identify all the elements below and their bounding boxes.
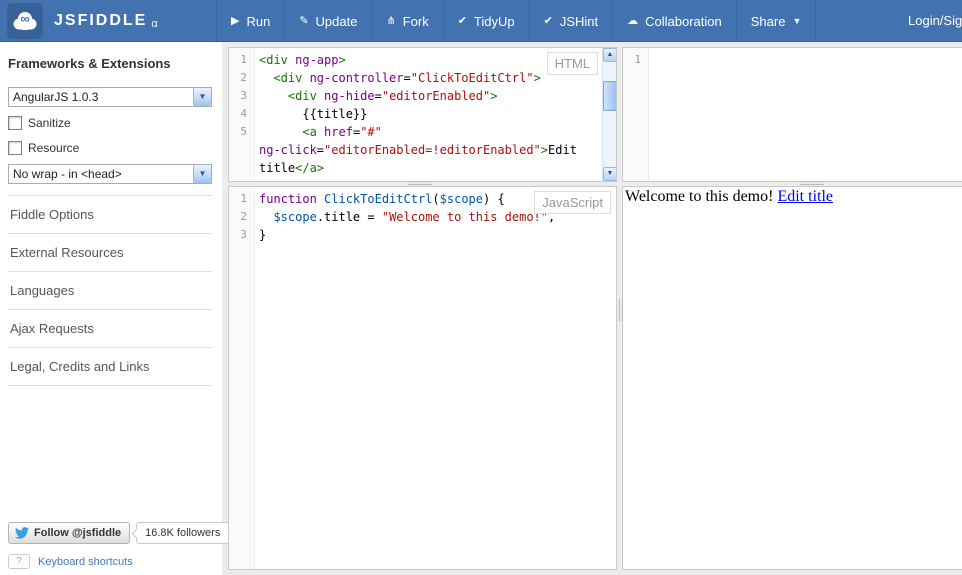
followers-count-badge: 16.8K followers xyxy=(136,522,230,544)
sidebar-section-languages[interactable]: Languages xyxy=(8,271,212,309)
checkbox-label: Sanitize xyxy=(28,116,71,130)
framework-checkboxes: Sanitize Resource xyxy=(8,114,212,157)
menu-item-label: Fork xyxy=(402,13,429,29)
play-icon: ▶ xyxy=(231,14,240,27)
line-number: 2 xyxy=(240,71,247,84)
line-number xyxy=(229,141,254,159)
top-toolbar: ∞ JSFIDDLE α ▶ Run ✎ Update ⋔ Fork ✔ TidyUp ✔ JSHi… xyxy=(0,0,962,42)
result-panel: Welcome to this demo! Edit title xyxy=(622,186,962,570)
code-line: {{title}} xyxy=(259,107,368,121)
menu-item-tidyup[interactable]: ✔ TidyUp xyxy=(442,0,529,42)
html-editor-panel: 12345 <div ng-app> <div ng-controller="C… xyxy=(228,47,617,182)
caret-down-icon: ▼ xyxy=(792,16,802,26)
scroll-up-icon[interactable]: ▲ xyxy=(603,48,616,62)
line-number: 5 xyxy=(240,125,247,138)
line-number xyxy=(229,159,254,177)
horizontal-resize-handle[interactable] xyxy=(408,179,432,185)
scroll-down-icon[interactable]: ▼ xyxy=(603,167,616,181)
js-editor[interactable]: 1 2 3 function ClickToEditCtrl($scope) { $… xyxy=(229,187,616,569)
twitter-follow-row: Follow @jsfiddle 16.8K followers xyxy=(8,522,230,544)
js-panel-label: JavaScript xyxy=(534,191,611,214)
code-line: <div ng-hide="editorEnabled"> xyxy=(287,89,498,103)
question-key-icon: ? xyxy=(8,554,30,569)
menu-item-label: Share xyxy=(750,13,786,29)
js-editor-panel: 1 2 3 function ClickToEditCtrl($scope) { $… xyxy=(228,186,617,570)
line-number: 2 xyxy=(240,210,247,223)
wrap-select[interactable]: No wrap - in <head> ▼ xyxy=(8,164,212,184)
code-line: <a href="#" xyxy=(302,125,382,139)
menu-item-share[interactable]: Share ▼ xyxy=(735,0,817,42)
check-icon: ✔ xyxy=(457,14,467,27)
follow-button-label: Follow @jsfiddle xyxy=(34,527,122,539)
checkbox-row-resource: Resource xyxy=(8,139,212,157)
pencil-icon: ✎ xyxy=(299,14,309,27)
result-output: Welcome to this demo! Edit title xyxy=(623,187,962,569)
menu-item-update[interactable]: ✎ Update xyxy=(284,0,371,42)
sidebar-sections: Fiddle Options External Resources Language… xyxy=(8,195,212,386)
chevron-down-icon[interactable]: ▼ xyxy=(193,165,211,183)
keyboard-shortcuts-row: ? Keyboard shortcuts xyxy=(8,554,133,569)
line-number: 1 xyxy=(240,192,247,205)
alpha-badge: α xyxy=(151,18,158,30)
framework-select-value: AngularJS 1.0.3 xyxy=(13,90,99,104)
js-code-area[interactable]: function ClickToEditCtrl($scope) { $scop… xyxy=(255,187,616,569)
line-number: 4 xyxy=(240,107,247,120)
menu-item-label: Update xyxy=(315,13,358,29)
html-editor[interactable]: 12345 <div ng-app> <div ng-controller="C… xyxy=(229,48,616,181)
menu-item-label: JSHint xyxy=(559,13,599,29)
checkbox-row-sanitize: Sanitize xyxy=(8,114,212,132)
menu-item-collaboration[interactable]: ☁ Collaboration xyxy=(612,0,736,42)
html-panel-label: HTML xyxy=(546,52,598,75)
css-code-area[interactable] xyxy=(649,48,962,181)
code-line: } xyxy=(259,228,267,242)
sidebar-section-ajax-requests[interactable]: Ajax Requests xyxy=(8,309,212,347)
infinity-icon: ∞ xyxy=(20,11,30,26)
js-line-numbers: 1 2 3 xyxy=(229,187,255,569)
menu-item-jshint[interactable]: ✔ JSHint xyxy=(528,0,613,42)
code-line: title</a> xyxy=(259,161,325,175)
chevron-down-icon[interactable]: ▼ xyxy=(193,88,211,106)
fork-icon: ⋔ xyxy=(386,14,396,27)
menu-item-run[interactable]: ▶ Run xyxy=(216,0,284,42)
wrap-select-value: No wrap - in <head> xyxy=(13,167,122,181)
menu-item-label: Run xyxy=(246,13,271,29)
line-number: 1 xyxy=(240,53,247,66)
line-number: 3 xyxy=(240,228,247,241)
css-editor[interactable]: 1 xyxy=(623,48,962,181)
menu-item-label: Collaboration xyxy=(645,13,722,29)
follow-jsfiddle-button[interactable]: Follow @jsfiddle xyxy=(8,522,131,544)
jsfiddle-logo[interactable]: ∞ xyxy=(7,3,43,39)
check-icon: ✔ xyxy=(543,14,553,27)
sanitize-checkbox[interactable] xyxy=(8,116,22,130)
app-title: JSFIDDLE α xyxy=(54,12,158,30)
scrollbar-thumb[interactable] xyxy=(603,81,616,111)
login-button[interactable]: Login/Sig xyxy=(908,0,962,42)
sidebar-section-legal-credits-and-links[interactable]: Legal, Credits and Links xyxy=(8,347,212,386)
css-editor-panel: 1 xyxy=(622,47,962,182)
horizontal-resize-handle[interactable] xyxy=(800,179,824,185)
frameworks-heading: Frameworks & Extensions xyxy=(8,56,171,71)
menu-item-label: TidyUp xyxy=(473,13,515,29)
toolbar-menu: ▶ Run ✎ Update ⋔ Fork ✔ TidyUp ✔ JSHint ☁ Collabora… xyxy=(216,0,817,42)
html-line-numbers: 1 2 3 4 5 xyxy=(229,48,255,181)
html-editor-scrollbar[interactable]: ▲ ▼ xyxy=(602,48,616,181)
code-line: ng-click="editorEnabled=!editorEnabled">… xyxy=(259,143,577,157)
edit-title-link[interactable]: Edit title xyxy=(777,188,833,205)
code-line xyxy=(653,51,962,69)
twitter-bird-icon xyxy=(15,527,29,539)
sidebar: Frameworks & Extensions AngularJS 1.0.3 … xyxy=(0,42,230,575)
css-line-numbers: 1 xyxy=(623,48,649,181)
sidebar-section-external-resources[interactable]: External Resources xyxy=(8,233,212,271)
line-number: 1 xyxy=(634,53,641,66)
keyboard-shortcuts-link[interactable]: Keyboard shortcuts xyxy=(38,556,133,568)
menu-item-fork[interactable]: ⋔ Fork xyxy=(371,0,442,42)
framework-select[interactable]: AngularJS 1.0.3 ▼ xyxy=(8,87,212,107)
vertical-resize-handle[interactable] xyxy=(617,299,623,321)
line-number: 3 xyxy=(240,89,247,102)
checkbox-label: Resource xyxy=(28,141,80,155)
cloud-icon: ☁ xyxy=(627,14,639,27)
sidebar-section-fiddle-options[interactable]: Fiddle Options xyxy=(8,195,212,233)
resource-checkbox[interactable] xyxy=(8,141,22,155)
result-text: Welcome to this demo! xyxy=(625,188,778,205)
